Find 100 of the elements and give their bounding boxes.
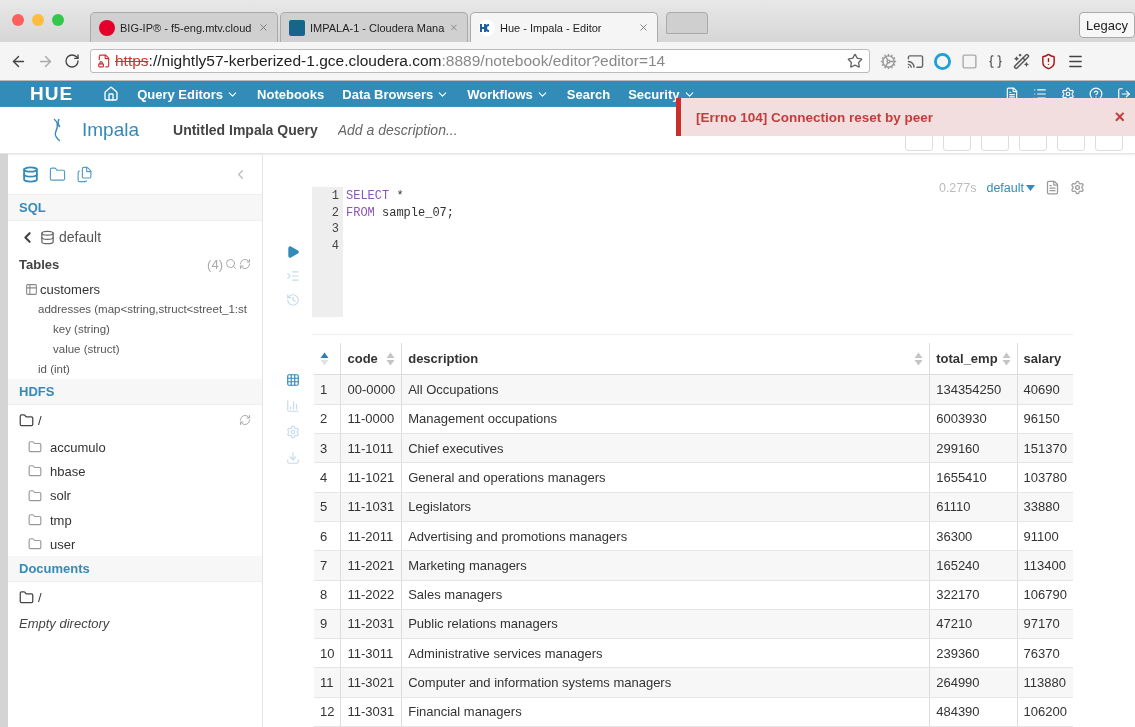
column-header[interactable]: description — [408, 351, 479, 367]
window-minimize-button[interactable] — [32, 14, 44, 26]
folder-icon — [28, 513, 42, 528]
column-header[interactable]: code — [347, 351, 378, 367]
database-selector[interactable]: default — [986, 180, 1035, 195]
nav-item[interactable]: Security — [628, 86, 696, 102]
nav-item[interactable]: Search — [566, 86, 611, 102]
new-tab-button[interactable] — [666, 12, 708, 34]
column-header[interactable]: total_emp — [936, 351, 998, 367]
help-icon[interactable] — [1089, 87, 1103, 101]
folder-item[interactable]: solr — [50, 488, 71, 504]
list-icon[interactable] — [1033, 87, 1047, 101]
table-cell: 33880 — [1023, 499, 1060, 515]
section-heading: Documents — [8, 556, 262, 583]
refresh-icon[interactable] — [239, 414, 251, 426]
nav-item[interactable]: Data Browsers — [342, 86, 450, 102]
tree-item[interactable]: key (string) — [8, 319, 262, 339]
database-name[interactable]: default — [59, 229, 102, 245]
close-button[interactable]: × — [1114, 106, 1125, 128]
line-number: 2 — [330, 204, 339, 222]
browser-tab[interactable]: BIG-IP® - f5-eng.mtv.cloud — [90, 12, 278, 42]
folder-path[interactable]: / — [38, 590, 42, 605]
nav-item[interactable]: Query Editors — [137, 86, 240, 102]
browser-tab[interactable]: Hue - Impala - Editor — [470, 12, 658, 42]
row-number: 11 — [320, 675, 334, 691]
line-number: 4 — [330, 237, 339, 255]
favicon-icon — [99, 19, 115, 36]
refresh-icon[interactable] — [239, 258, 251, 270]
browser-tab[interactable]: IMPALA-1 - Cloudera Mana — [280, 12, 468, 42]
reload-icon[interactable] — [64, 53, 80, 69]
home-icon[interactable] — [103, 86, 120, 102]
table-cell: 103780 — [1023, 469, 1067, 485]
table-cell: 47210 — [936, 616, 973, 632]
extension-icon[interactable] — [1013, 52, 1030, 70]
table-cell: 36300 — [936, 528, 973, 544]
table-cell: 151370 — [1023, 440, 1067, 456]
table-cell: Financial managers — [408, 704, 522, 720]
table-cell: 299160 — [936, 440, 980, 456]
favicon-icon — [289, 19, 305, 36]
row-number: 9 — [320, 616, 328, 632]
bookmark-star-icon[interactable] — [847, 53, 863, 69]
sort-icon[interactable] — [320, 351, 329, 366]
table-cell: 97170 — [1023, 616, 1060, 632]
window-close-button[interactable] — [12, 14, 24, 26]
search-icon[interactable] — [225, 258, 237, 270]
document-icon[interactable] — [1045, 180, 1060, 195]
grid-icon[interactable] — [286, 373, 302, 388]
close-icon[interactable] — [449, 22, 459, 33]
extension-icon[interactable] — [988, 53, 1003, 69]
line-number: 1 — [330, 188, 339, 205]
documents-panel-icon[interactable] — [76, 165, 93, 183]
table-cell: 134354250 — [936, 382, 1002, 398]
table-cell: Advertising and promotions managers — [408, 528, 628, 544]
folder-item[interactable]: tmp — [50, 512, 72, 528]
folder-path[interactable]: / — [38, 412, 42, 428]
folder-panel-icon[interactable] — [49, 165, 66, 183]
tree-item[interactable]: value (struct) — [8, 339, 262, 359]
profile-button[interactable]: Legacy — [1079, 12, 1135, 38]
folder-icon — [28, 537, 42, 552]
close-icon[interactable] — [258, 22, 269, 33]
folder-icon — [28, 488, 42, 503]
table-cell: General and operations managers — [408, 469, 606, 485]
row-number: 1 — [320, 382, 328, 398]
table-cell: 113880 — [1023, 675, 1067, 691]
folder-item[interactable]: hbase — [50, 463, 86, 479]
code-line: SELECT * — [346, 189, 404, 204]
table-cell: 1655410 — [936, 469, 987, 485]
settings-icon[interactable] — [1070, 180, 1085, 195]
run-icon[interactable] — [286, 245, 300, 260]
folder-item[interactable]: accumulo — [50, 439, 106, 455]
table-cell: 11-2031 — [347, 616, 395, 632]
tree-item[interactable]: customers — [8, 279, 262, 299]
table-cell: 11-3011 — [347, 645, 394, 661]
table-cell: 6003930 — [936, 411, 987, 427]
tree-item[interactable]: addresses (map<string,struct<street_1:st — [8, 299, 262, 319]
error-message: [Errno 104] Connection reset by peer — [696, 109, 935, 125]
hue-logo[interactable]: HUE — [30, 83, 74, 105]
table-cell: 76370 — [1023, 645, 1060, 661]
table-cell: 484390 — [936, 704, 980, 720]
shield-icon[interactable] — [1040, 52, 1057, 70]
tree-item[interactable]: id (int) — [8, 359, 262, 379]
cast-icon[interactable] — [907, 52, 924, 70]
table-cell: 11-2011 — [347, 528, 394, 544]
nav-item[interactable]: Notebooks — [257, 86, 325, 102]
address-field[interactable]: https://nightly57-kerberized-1.gce.cloudera.com:8889/notebook/editor?editor=14 — [90, 49, 870, 73]
nav-item[interactable]: Workflows — [467, 86, 549, 102]
row-number: 6 — [320, 528, 328, 544]
table-cell: 96150 — [1023, 411, 1060, 427]
column-header[interactable]: salary — [1023, 351, 1062, 367]
query-title[interactable]: Untitled Impala Query — [173, 122, 318, 138]
logout-icon[interactable] — [1117, 87, 1131, 101]
folder-item[interactable]: user — [50, 536, 76, 552]
table-cell: 11-2021 — [347, 557, 395, 573]
row-number: 5 — [320, 499, 328, 515]
database-panel-icon[interactable] — [22, 165, 39, 183]
close-icon[interactable] — [638, 22, 649, 33]
table-cell: 11-1031 — [347, 499, 395, 515]
folder-icon — [19, 590, 34, 605]
table-cell: 106200 — [1023, 704, 1067, 720]
window-zoom-button[interactable] — [52, 14, 64, 26]
